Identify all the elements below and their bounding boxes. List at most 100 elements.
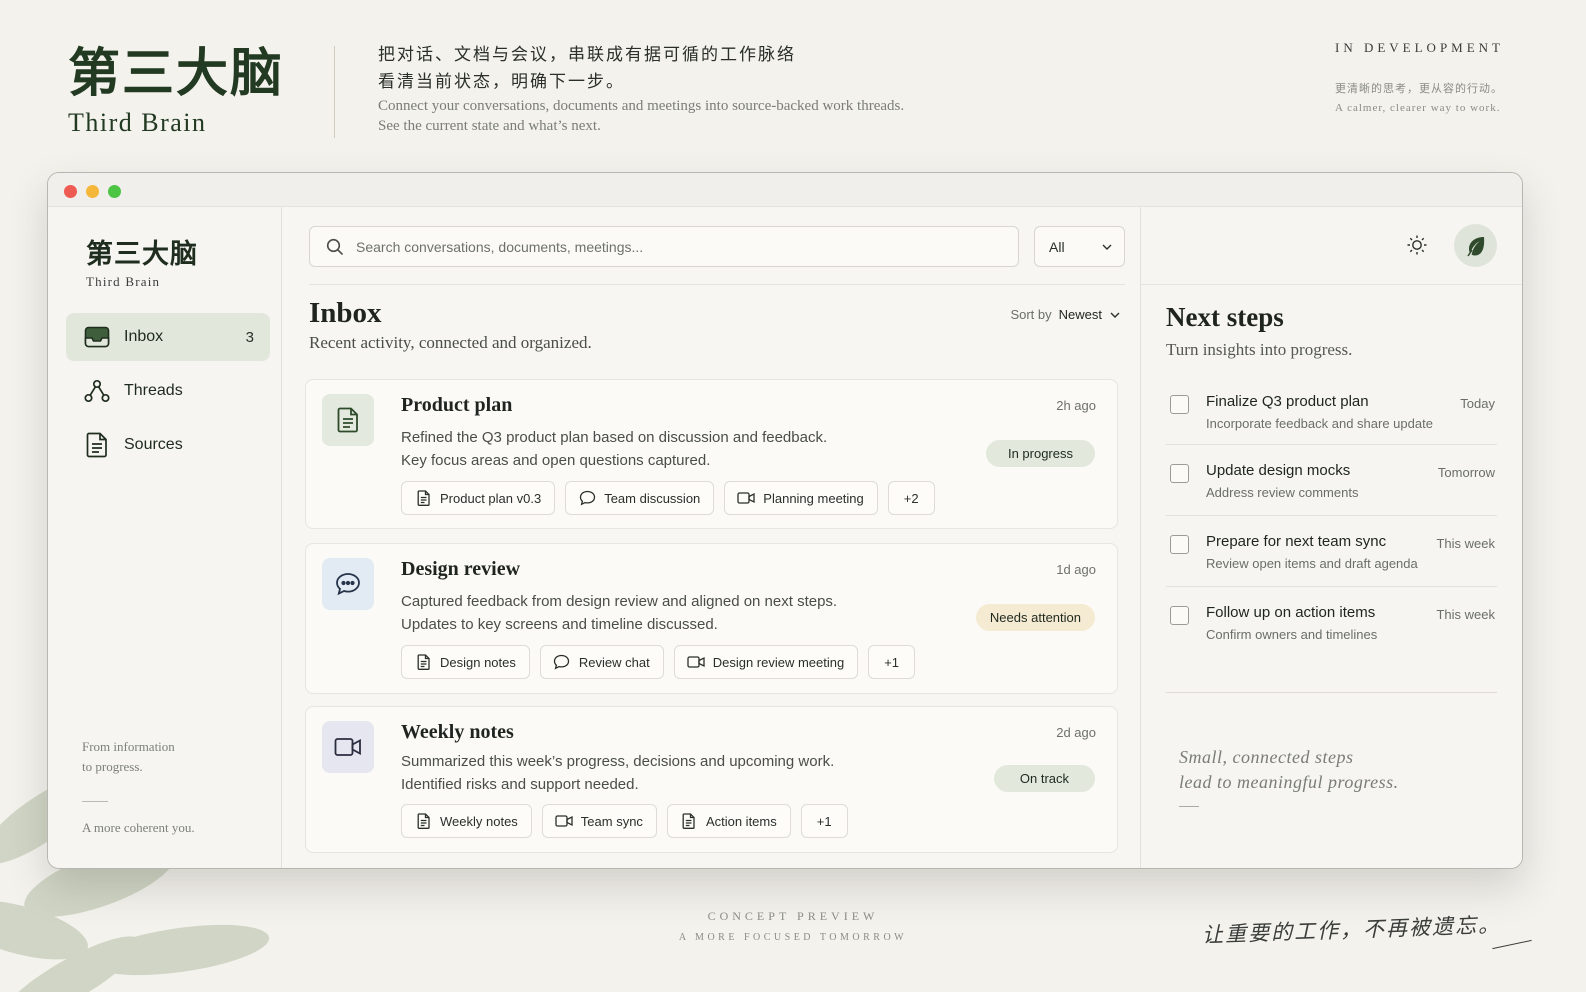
divider — [309, 284, 1125, 285]
chevron-down-icon — [1110, 312, 1120, 318]
sidebar-item-threads[interactable]: Threads — [66, 367, 270, 415]
card-desc-line: Identified risks and support needed. — [401, 776, 639, 793]
inbox-card-product-plan[interactable]: Product plan 2h ago Refined the Q3 produ… — [305, 379, 1118, 529]
search-input[interactable] — [356, 238, 996, 255]
task-title: Finalize Q3 product plan — [1206, 393, 1369, 410]
card-desc-line: Updates to key screens and timeline disc… — [401, 616, 718, 633]
card-timestamp: 1d ago — [1056, 562, 1096, 577]
divider — [1179, 806, 1199, 807]
inbox-count-badge: 3 — [245, 328, 254, 346]
search-icon — [326, 238, 344, 255]
sidebar-footer-line: From information — [82, 739, 175, 754]
panel-quote: Small, connected steps lead to meaningfu… — [1179, 745, 1399, 795]
chevron-down-icon — [1102, 244, 1112, 250]
status-label: IN DEVELOPMENT — [1334, 40, 1504, 55]
chip-label: Design review meeting — [712, 654, 845, 670]
panel-subtitle: Turn insights into progress. — [1166, 340, 1353, 359]
status-badge: In progress — [985, 440, 1095, 467]
sidebar-brand: 第三大脑 Third Brain — [86, 237, 198, 290]
hero-brand-en: Third Brain — [68, 108, 207, 137]
close-window-button[interactable] — [64, 185, 77, 198]
video-icon — [555, 812, 573, 830]
card-timestamp: 2d ago — [1056, 725, 1096, 740]
source-chip[interactable]: Team discussion — [565, 481, 715, 515]
titlebar — [48, 173, 1522, 207]
card-description: Refined the Q3 product plan based on dis… — [401, 426, 827, 472]
task-due: Today — [1460, 396, 1495, 411]
chip-label: +2 — [903, 490, 919, 506]
inbox-card-design-review[interactable]: Design review 1d ago Captured feedback f… — [305, 543, 1118, 694]
task-checkbox[interactable] — [1170, 535, 1189, 554]
card-description: Captured feedback from design review and… — [401, 590, 837, 636]
panel-topbar — [1141, 207, 1522, 285]
hero-divider — [334, 46, 335, 138]
more-sources-chip[interactable]: +2 — [887, 481, 935, 515]
document-icon — [680, 812, 698, 830]
source-chips: Product plan v0.3 Team discussion Planni… — [401, 481, 935, 515]
task-item: Follow up on action items Confirm owners… — [1166, 602, 1497, 654]
quote-line: Small, connected steps — [1179, 747, 1354, 767]
card-description: Summarized this week’s progress, decisio… — [401, 750, 834, 796]
sidebar-nav: Inbox 3 Threads Sources — [66, 313, 270, 475]
source-chip[interactable]: Review chat — [539, 645, 664, 679]
task-due: This week — [1436, 536, 1495, 551]
card-desc-line: Key focus areas and open questions captu… — [401, 452, 711, 469]
task-item: Finalize Q3 product plan Incorporate fee… — [1166, 391, 1497, 445]
task-title: Update design mocks — [1206, 462, 1351, 479]
source-chip[interactable]: Design notes — [401, 645, 530, 679]
minimize-window-button[interactable] — [86, 185, 99, 198]
source-chip[interactable]: Action items — [666, 804, 791, 838]
maximize-window-button[interactable] — [108, 185, 121, 198]
task-checkbox[interactable] — [1170, 395, 1189, 414]
task-due: This week — [1436, 607, 1495, 622]
inbox-icon — [84, 324, 110, 350]
chip-label: Action items — [705, 813, 777, 829]
search-box — [309, 226, 1019, 267]
source-chip[interactable]: Planning meeting — [724, 481, 878, 515]
document-icon — [337, 407, 358, 433]
theme-toggle-button[interactable] — [1403, 231, 1431, 259]
sidebar: 第三大脑 Third Brain Inbox 3 Threads Sources… — [48, 207, 282, 868]
source-chip[interactable]: Weekly notes — [401, 804, 532, 838]
status-cn: 更清晰的思考，更从容的行动。 — [1334, 82, 1503, 95]
chip-label: +1 — [816, 813, 832, 829]
more-sources-chip[interactable]: +1 — [800, 804, 848, 838]
status-en: A calmer, clearer way to work. — [1334, 102, 1501, 114]
app-window: 第三大脑 Third Brain Inbox 3 Threads Sources… — [47, 172, 1523, 869]
card-desc-line: Refined the Q3 product plan based on dis… — [401, 429, 828, 446]
card-title: Design review — [401, 558, 521, 580]
source-chip[interactable]: Team sync — [541, 804, 657, 838]
chip-label: +1 — [884, 654, 900, 670]
sidebar-footer-line: A more coherent you. — [82, 820, 195, 835]
video-icon — [737, 489, 755, 507]
hero-brand-cn: 第三大脑 — [68, 43, 285, 104]
page-title: Inbox — [309, 297, 382, 329]
status-badge: On track — [993, 765, 1095, 792]
sidebar-brand-cn: 第三大脑 — [86, 239, 198, 270]
document-icon — [414, 489, 432, 507]
sidebar-item-sources[interactable]: Sources — [66, 421, 270, 469]
task-due: Tomorrow — [1437, 465, 1495, 480]
inbox-card-weekly-notes[interactable]: Weekly notes 2d ago Summarized this week… — [305, 706, 1118, 853]
sun-icon — [1407, 235, 1427, 255]
task-checkbox[interactable] — [1170, 464, 1189, 483]
sort-control[interactable]: Sort by Newest — [1010, 307, 1120, 322]
task-item: Prepare for next team sync Review open i… — [1166, 531, 1497, 587]
source-chip[interactable]: Product plan v0.3 — [401, 481, 556, 515]
chip-label: Product plan v0.3 — [440, 490, 542, 506]
source-chip[interactable]: Design review meeting — [673, 645, 859, 679]
more-sources-chip[interactable]: +1 — [868, 645, 916, 679]
task-checkbox[interactable] — [1170, 606, 1189, 625]
document-icon — [414, 653, 432, 671]
tagline-cn-2: 看清当前状态，明确下一步。 — [378, 72, 625, 92]
card-icon-box — [322, 558, 374, 610]
sidebar-footer-line: to progress. — [82, 759, 143, 774]
chip-label: Team discussion — [604, 490, 701, 506]
avatar[interactable] — [1454, 224, 1497, 267]
video-icon — [334, 738, 361, 756]
sidebar-item-inbox[interactable]: Inbox 3 — [66, 313, 270, 361]
divider — [1166, 692, 1497, 693]
hero-brand: 第三大脑 Third Brain — [68, 42, 284, 138]
task-subtitle: Confirm owners and timelines — [1206, 627, 1378, 642]
filter-select[interactable]: All — [1034, 226, 1125, 267]
